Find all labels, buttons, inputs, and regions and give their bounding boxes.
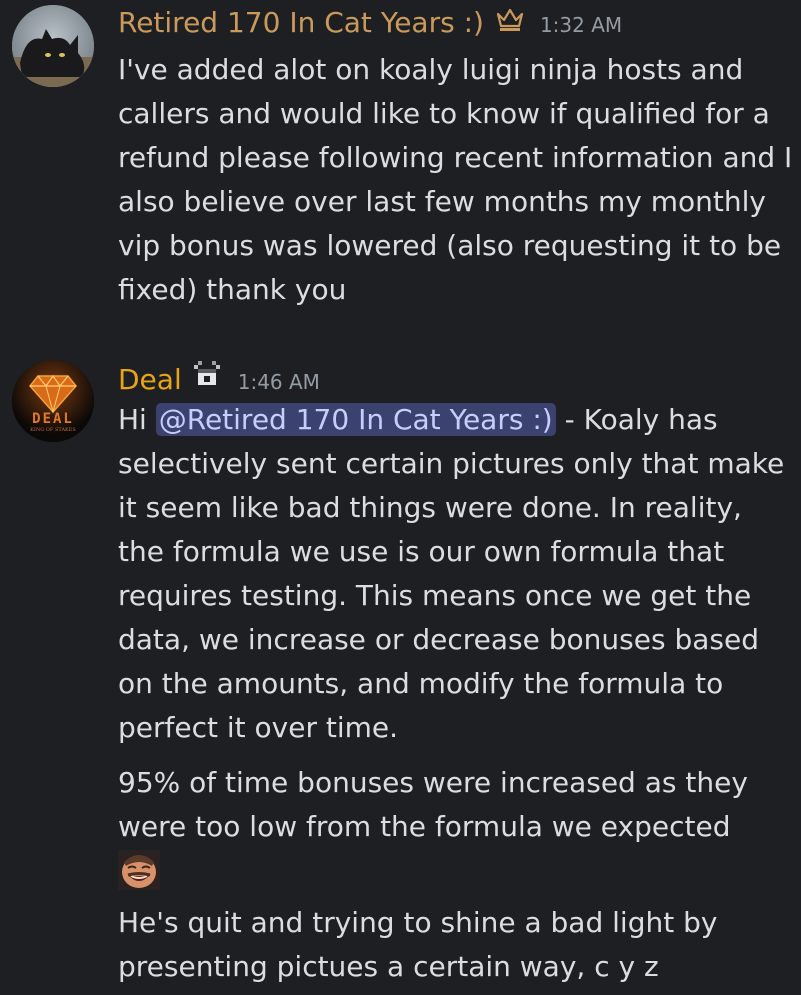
greeting-text: Hi [118, 403, 147, 436]
laughing-face-emoji[interactable] [118, 850, 160, 890]
avatar-label: DEAL [32, 411, 74, 427]
message-text: I've added alot on koaly luigi ninja hos… [118, 53, 793, 306]
message-header: Deal 1:46 AM [118, 361, 320, 396]
username[interactable]: Deal [118, 363, 182, 396]
message-1: Retired 170 In Cat Years :) 1:32 AM I've… [0, 0, 801, 330]
pixel-trophy-icon [191, 361, 222, 393]
avatar-deal[interactable]: DEAL KING OF STAKES [12, 360, 94, 442]
crown-icon [496, 6, 524, 36]
message-paragraph-2: 95% of time bonuses were increased as th… [118, 766, 748, 843]
message-2: DEAL KING OF STAKES Deal 1:46 AM Hi @Ret… [0, 355, 801, 995]
avatar-sublabel: KING OF STAKES [30, 427, 76, 433]
message-paragraph-3: He's quit and trying to shine a bad ligh… [118, 906, 718, 983]
paragraph-1-text: - Koaly has selectively sent certain pic… [118, 403, 785, 744]
timestamp[interactable]: 1:32 AM [540, 13, 622, 37]
timestamp[interactable]: 1:46 AM [238, 370, 320, 394]
avatar-cat[interactable] [12, 5, 94, 87]
message-header: Retired 170 In Cat Years :) 1:32 AM [118, 6, 622, 39]
user-mention[interactable]: @Retired 170 In Cat Years :) [155, 403, 556, 436]
username[interactable]: Retired 170 In Cat Years :) [118, 6, 484, 39]
cat-avatar-image [12, 5, 94, 87]
message-paragraph-1: Hi @Retired 170 In Cat Years :) - Koaly … [118, 398, 793, 750]
